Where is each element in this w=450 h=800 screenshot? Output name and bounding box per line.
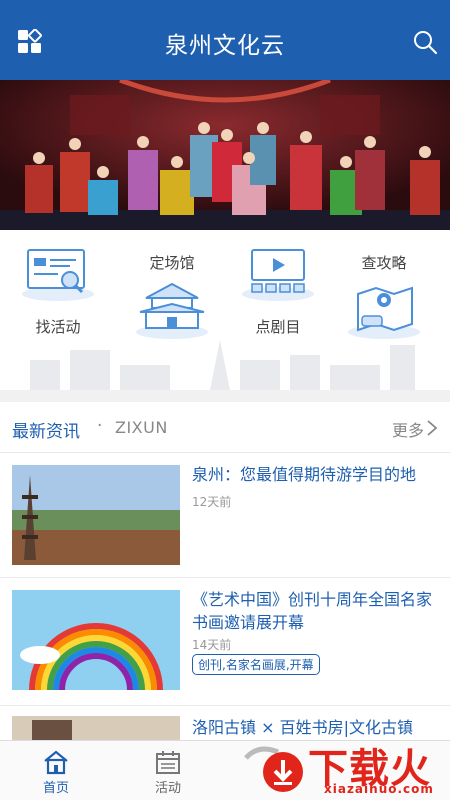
- search-icon[interactable]: [412, 29, 438, 55]
- temple-icon: [136, 282, 208, 339]
- category-order-show[interactable]: 点剧目: [228, 240, 328, 350]
- top-bar: 泉州文化云: [0, 0, 450, 80]
- monitor-search-icon: [22, 249, 94, 301]
- category-label: 查攻略: [361, 254, 407, 272]
- list-item[interactable]: 《艺术中国》创刊十周年全国名家书画邀请展开幕 14天前 创刊,名家名画展,开幕: [0, 590, 450, 700]
- separator: [0, 705, 450, 706]
- category-check-guide[interactable]: 查攻略: [334, 240, 434, 350]
- separator: [0, 577, 450, 578]
- category-section: 找活动 定场馆 点剧目 查攻略: [0, 230, 450, 390]
- news-time: 12天前: [192, 495, 232, 509]
- news-title-dot: ·: [97, 416, 103, 436]
- category-book-venue[interactable]: 定场馆: [122, 240, 222, 350]
- more-link[interactable]: 更多: [392, 417, 424, 441]
- chevron-right-icon[interactable]: [426, 420, 438, 436]
- tab-activity[interactable]: 活动: [118, 741, 218, 800]
- theater-screen-icon: [242, 249, 314, 301]
- news-title: 最新资讯: [12, 422, 80, 442]
- calendar-icon: [156, 751, 180, 774]
- watermark-domain: xiazaihuo.com: [324, 782, 434, 796]
- category-label: 定场馆: [149, 254, 195, 272]
- news-tag-badge: 创刊,名家名画展,开幕: [192, 654, 320, 675]
- category-label: 找活动: [35, 318, 81, 336]
- news-title: 泉州：您最值得期待游学目的地: [192, 465, 417, 484]
- tab-home[interactable]: 首页: [6, 741, 106, 800]
- category-find-activity[interactable]: 找活动: [8, 240, 108, 350]
- news-time: 14天前: [192, 638, 232, 652]
- banner-image[interactable]: [0, 80, 450, 230]
- separator: [0, 452, 450, 453]
- news-thumbnail: [12, 716, 180, 740]
- category-label: 点剧目: [255, 318, 301, 336]
- news-title: 《艺术中国》创刊十周年全国名家书画邀请展开幕: [192, 590, 433, 632]
- news-thumbnail: [12, 590, 180, 690]
- list-item[interactable]: 泉州：您最值得期待游学目的地 12天前: [0, 465, 450, 575]
- news-thumbnail: [12, 465, 180, 565]
- map-route-icon: [348, 286, 420, 339]
- news-subtitle: ZIXUN: [115, 418, 168, 437]
- app-title: 泉州文化云: [165, 33, 285, 59]
- tab-label: 活动: [154, 781, 181, 796]
- home-icon: [44, 750, 68, 775]
- tab-label: 首页: [42, 781, 69, 796]
- news-header: 最新资讯 · ZIXUN 更多: [0, 402, 450, 452]
- watermark-logo: 下载火 xiazaihuo.com: [238, 734, 450, 800]
- section-divider: [0, 390, 450, 402]
